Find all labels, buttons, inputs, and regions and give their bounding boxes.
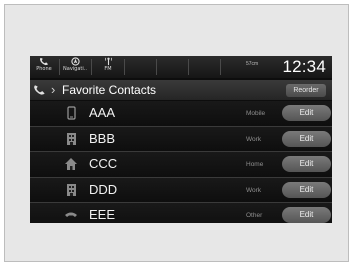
phone-icon	[39, 57, 48, 66]
contact-name: DDD	[89, 181, 118, 197]
edit-button[interactable]: Edit	[282, 207, 331, 223]
other-phone-icon	[65, 212, 77, 217]
contact-row-aaa[interactable]: AAA Mobile Edit	[30, 101, 332, 127]
navigation-shortcut-label: Navigati..	[63, 66, 87, 72]
contact-name: EEE	[89, 207, 116, 222]
house-icon	[65, 158, 77, 170]
phone-shortcut-button[interactable]: Phone	[30, 56, 58, 78]
reorder-button[interactable]: Reorder	[286, 84, 326, 97]
divider	[91, 59, 92, 75]
contact-name: BBB	[89, 130, 116, 146]
contact-type: Work	[246, 186, 262, 194]
fm-shortcut-label: FM	[104, 66, 112, 72]
fm-shortcut-button[interactable]: FM	[94, 56, 122, 78]
phone-icon	[34, 85, 45, 95]
contact-row-ccc[interactable]: CCC Home Edit	[30, 152, 332, 178]
clock: 12:34	[282, 57, 326, 76]
divider	[188, 59, 189, 75]
status-indicator: 57cm	[246, 61, 259, 67]
contact-type: Home	[246, 161, 264, 168]
contact-name: CCC	[89, 156, 118, 171]
building-icon	[67, 132, 76, 145]
building-icon	[67, 183, 76, 196]
divider	[220, 59, 221, 75]
chevron-right-icon: ›	[51, 82, 56, 97]
divider	[156, 59, 157, 75]
edit-button[interactable]: Edit	[282, 156, 331, 172]
edit-button[interactable]: Edit	[282, 130, 331, 147]
figure-frame: Phone Navigati.. FM 57cm 12:34 › Favorit…	[4, 4, 349, 262]
navigation-shortcut-button[interactable]: Navigati..	[61, 56, 89, 78]
edit-button[interactable]: Edit	[282, 105, 331, 121]
contact-type: Work	[246, 135, 262, 143]
infotainment-screen: Phone Navigati.. FM 57cm 12:34 › Favorit…	[30, 56, 332, 223]
contact-row-bbb[interactable]: BBB Work Edit	[30, 126, 332, 152]
contact-type: Mobile	[246, 110, 266, 117]
title-bar: › Favorite Contacts Reorder	[30, 80, 332, 100]
contact-type: Other	[246, 212, 263, 219]
divider	[59, 59, 60, 75]
divider	[124, 59, 125, 75]
contact-row-eee[interactable]: EEE Other Edit	[30, 203, 332, 223]
contact-row-ddd[interactable]: DDD Work Edit	[30, 177, 332, 203]
contact-name: AAA	[89, 105, 116, 120]
page-title: Favorite Contacts	[62, 83, 157, 97]
phone-shortcut-label: Phone	[36, 66, 52, 72]
status-bar: Phone Navigati.. FM 57cm 12:34	[30, 56, 332, 78]
navigation-icon	[70, 57, 80, 66]
mobile-phone-icon	[67, 106, 76, 120]
radio-icon	[104, 57, 112, 66]
contact-list: AAA Mobile Edit BBB Work Edit CCC Home E…	[30, 101, 332, 223]
edit-button[interactable]: Edit	[282, 181, 331, 198]
